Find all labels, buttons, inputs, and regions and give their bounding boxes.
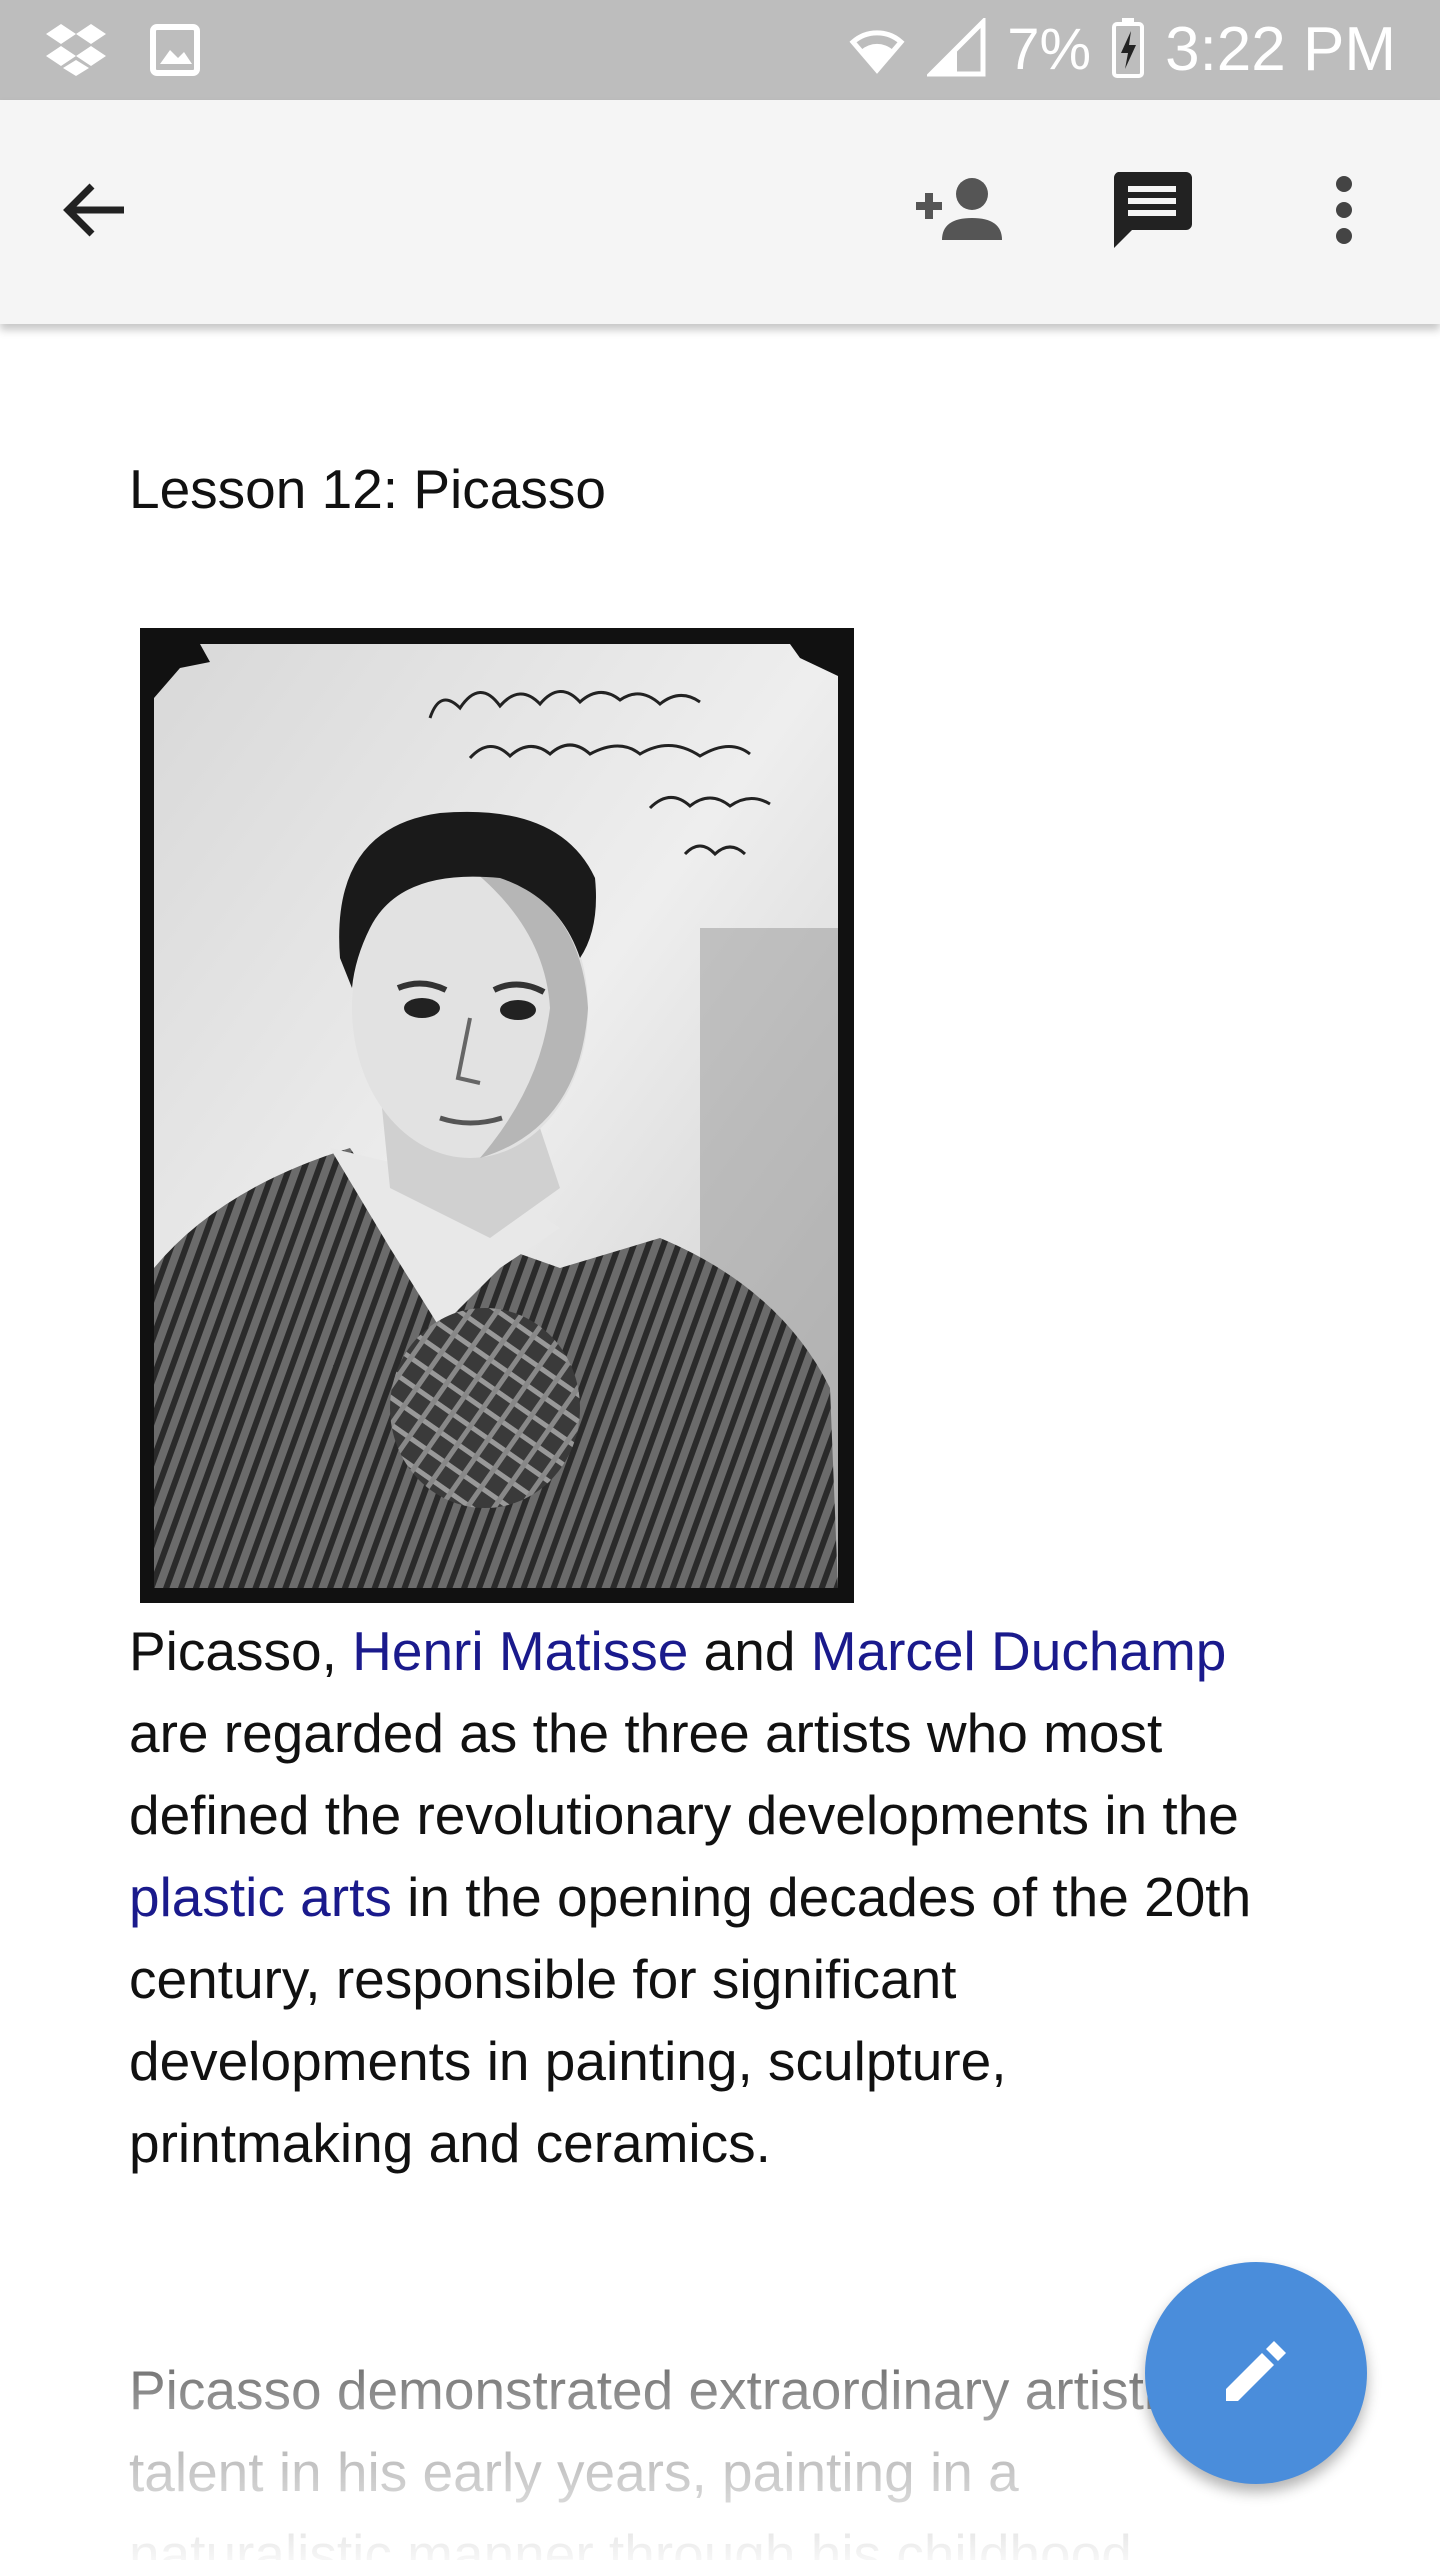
paragraph-1-text-3: are regarded as the three artists who mo… — [129, 1702, 1239, 1846]
status-bar: 7% 3:22 PM — [0, 0, 1440, 100]
henri-matisse-link[interactable]: Henri Matisse — [352, 1620, 688, 1682]
paragraph-1-text-2: and — [688, 1620, 811, 1682]
status-bar-left — [46, 22, 200, 83]
toolbar — [0, 100, 1440, 324]
wifi-icon — [847, 18, 907, 83]
paragraph-1-text-1: Picasso, — [129, 1620, 353, 1682]
back-arrow-icon — [60, 174, 132, 251]
back-button[interactable] — [36, 152, 156, 272]
paragraph-1: Picasso, Henri Matisse and Marcel Ducham… — [129, 1610, 1289, 2184]
clock: 3:22 PM — [1165, 15, 1396, 84]
page-title: Lesson 12: Picasso — [129, 458, 606, 520]
status-bar-right: 7% 3:22 PM — [847, 14, 1396, 86]
image-icon — [150, 24, 200, 81]
comment-icon — [1110, 168, 1194, 257]
comments-button[interactable] — [1092, 152, 1212, 272]
plastic-arts-link[interactable]: plastic arts — [129, 1866, 392, 1928]
dropbox-icon — [46, 22, 106, 83]
battery-charging-icon — [1111, 17, 1145, 84]
edit-button[interactable] — [1145, 2262, 1367, 2484]
add-person-icon — [912, 174, 1008, 251]
battery-percent: 7% — [1007, 17, 1092, 82]
marcel-duchamp-link[interactable]: Marcel Duchamp — [811, 1620, 1227, 1682]
document-content[interactable]: Lesson 12: Picasso Picasso, Henri Matiss… — [0, 324, 1440, 2560]
signal-icon — [925, 15, 987, 83]
paragraph-2: Picasso demonstrated extraordinary artis… — [129, 2359, 1184, 2560]
share-button[interactable] — [900, 152, 1020, 272]
more-options-button[interactable] — [1284, 152, 1404, 272]
more-vert-icon — [1332, 174, 1356, 251]
edit-pencil-icon — [1216, 2331, 1296, 2416]
picasso-portrait-image — [140, 628, 854, 1603]
